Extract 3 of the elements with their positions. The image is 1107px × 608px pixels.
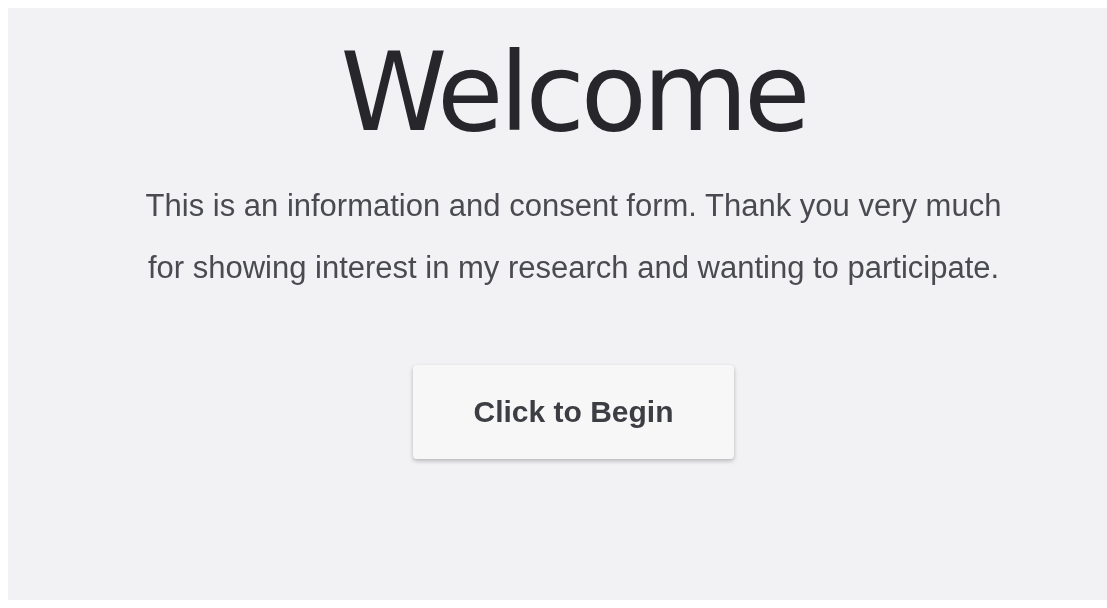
intro-paragraph: This is an information and consent form. Thank you very much for showing interest in my research and wanting to participate. (144, 187, 1003, 287)
begin-button[interactable]: Click to Begin (413, 365, 734, 459)
welcome-heading: Welcome (340, 30, 807, 155)
